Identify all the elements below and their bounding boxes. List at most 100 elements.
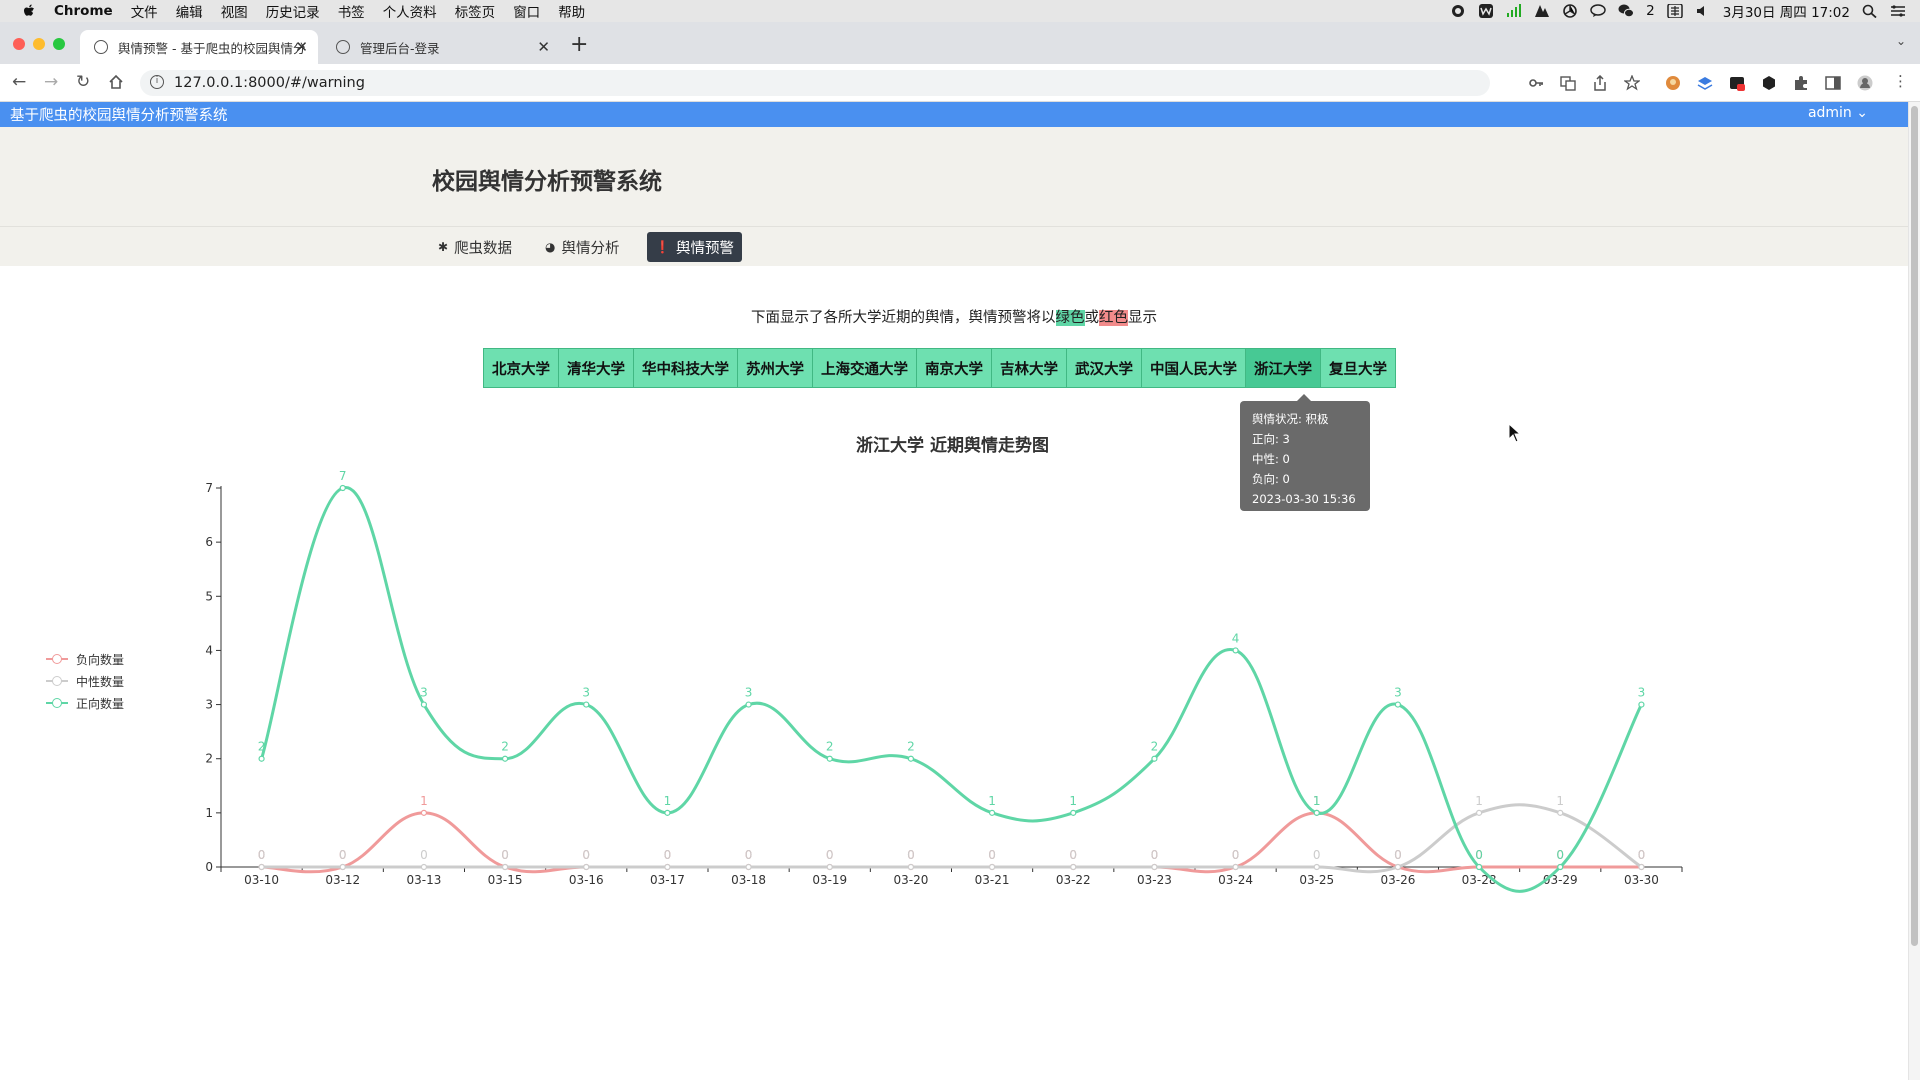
data-point — [1151, 755, 1158, 762]
data-label: 3 — [1638, 686, 1646, 700]
data-point — [1313, 863, 1320, 871]
x-tick-label: 03-20 — [893, 873, 928, 887]
data-point — [664, 863, 671, 871]
data-label: 1 — [664, 794, 672, 808]
data-point — [1313, 809, 1320, 816]
data-point — [1151, 863, 1158, 871]
tooltip-negative: 负向: 0 — [1252, 472, 1290, 486]
data-label: 0 — [501, 848, 509, 862]
data-label: 0 — [1151, 848, 1159, 862]
x-tick-label: 03-16 — [569, 873, 604, 887]
x-tick-label: 03-30 — [1624, 873, 1659, 887]
data-point — [1475, 863, 1483, 871]
page-scrollbar[interactable] — [1908, 102, 1920, 1080]
x-tick-label: 03-12 — [325, 873, 360, 887]
y-tick-label: 6 — [205, 535, 213, 549]
data-label: 0 — [1638, 848, 1646, 862]
data-label: 0 — [745, 848, 753, 862]
chart-tooltip: 舆情状况: 积极 正向: 3 中性: 0 负向: 0 2023-03-30 15… — [1240, 394, 1370, 511]
data-point — [501, 755, 509, 762]
y-tick-label: 4 — [205, 643, 213, 657]
y-tick-label: 1 — [205, 806, 213, 820]
data-label: 1 — [1069, 794, 1077, 808]
y-tick-label: 0 — [205, 860, 213, 874]
data-point — [1557, 863, 1564, 871]
data-point — [420, 701, 428, 708]
data-label: 0 — [826, 848, 834, 862]
sentiment-trend-chart: 0123456703-10 03-12 03-13 03-15 03-16 03-17 03… — [205, 469, 1683, 893]
data-label: 3 — [420, 686, 428, 700]
data-point — [907, 755, 915, 762]
data-point — [1638, 863, 1645, 871]
data-point — [1557, 809, 1564, 816]
data-point — [1070, 863, 1077, 871]
data-label: 4 — [1232, 631, 1240, 645]
y-tick-label: 7 — [205, 481, 213, 495]
data-point — [339, 863, 346, 871]
x-tick-label: 03-26 — [1380, 873, 1415, 887]
data-label: 0 — [1313, 848, 1321, 862]
data-point — [1232, 647, 1239, 654]
data-label: 0 — [1232, 848, 1240, 862]
y-tick-label: 2 — [205, 752, 213, 766]
data-point — [339, 484, 346, 492]
tooltip-neutral: 中性: 0 — [1252, 452, 1290, 466]
data-point — [1475, 809, 1483, 816]
data-point — [1394, 701, 1402, 708]
data-label: 0 — [1475, 848, 1483, 862]
data-label: 0 — [664, 848, 672, 862]
data-point — [907, 863, 915, 871]
data-label: 0 — [1069, 848, 1077, 862]
data-label: 1 — [1313, 794, 1321, 808]
data-label: 3 — [1394, 686, 1402, 700]
data-label: 3 — [582, 686, 590, 700]
data-point — [1070, 809, 1077, 816]
x-tick-label: 03-23 — [1137, 873, 1172, 887]
data-point — [988, 809, 996, 816]
data-label: 0 — [1394, 848, 1402, 862]
data-point — [583, 701, 590, 708]
data-point — [1638, 701, 1645, 708]
data-label: 1 — [1556, 794, 1564, 808]
scrollbar-thumb[interactable] — [1911, 106, 1918, 946]
data-point — [583, 863, 590, 871]
data-label: 1 — [420, 794, 428, 808]
data-label: 1 — [1475, 794, 1483, 808]
data-point — [745, 863, 752, 871]
data-point — [988, 863, 996, 871]
data-point — [1232, 863, 1239, 871]
tooltip-positive: 正向: 3 — [1252, 432, 1290, 446]
y-tick-label: 5 — [205, 589, 213, 603]
tooltip-status: 舆情状况: 积极 — [1252, 412, 1329, 426]
data-label: 2 — [1151, 740, 1159, 754]
x-tick-label: 03-15 — [488, 873, 523, 887]
data-point — [826, 755, 833, 762]
data-label: 2 — [258, 740, 266, 754]
series-line-2 — [260, 486, 1643, 893]
data-point — [745, 701, 752, 708]
data-label: 0 — [420, 848, 428, 862]
x-tick-label: 03-25 — [1299, 873, 1334, 887]
data-label: 0 — [258, 848, 266, 862]
data-label: 0 — [988, 848, 996, 862]
x-tick-label: 03-24 — [1218, 873, 1253, 887]
data-label: 0 — [582, 848, 590, 862]
data-point — [664, 809, 671, 816]
data-point — [1394, 863, 1402, 871]
data-label: 3 — [745, 686, 753, 700]
y-tick-label: 3 — [205, 698, 213, 712]
data-label: 0 — [1556, 848, 1564, 862]
x-tick-label: 03-13 — [406, 873, 441, 887]
data-label: 0 — [339, 848, 347, 862]
data-label: 1 — [988, 794, 996, 808]
data-point — [258, 863, 265, 871]
data-point — [501, 863, 509, 871]
x-tick-label: 03-19 — [812, 873, 847, 887]
x-tick-label: 03-21 — [975, 873, 1010, 887]
data-label: 2 — [501, 740, 509, 754]
mouse-cursor-icon — [1508, 423, 1522, 443]
tooltip-time: 2023-03-30 15:36 — [1252, 492, 1356, 506]
x-tick-label: 03-17 — [650, 873, 685, 887]
x-tick-label: 03-18 — [731, 873, 766, 887]
data-point — [258, 755, 265, 762]
